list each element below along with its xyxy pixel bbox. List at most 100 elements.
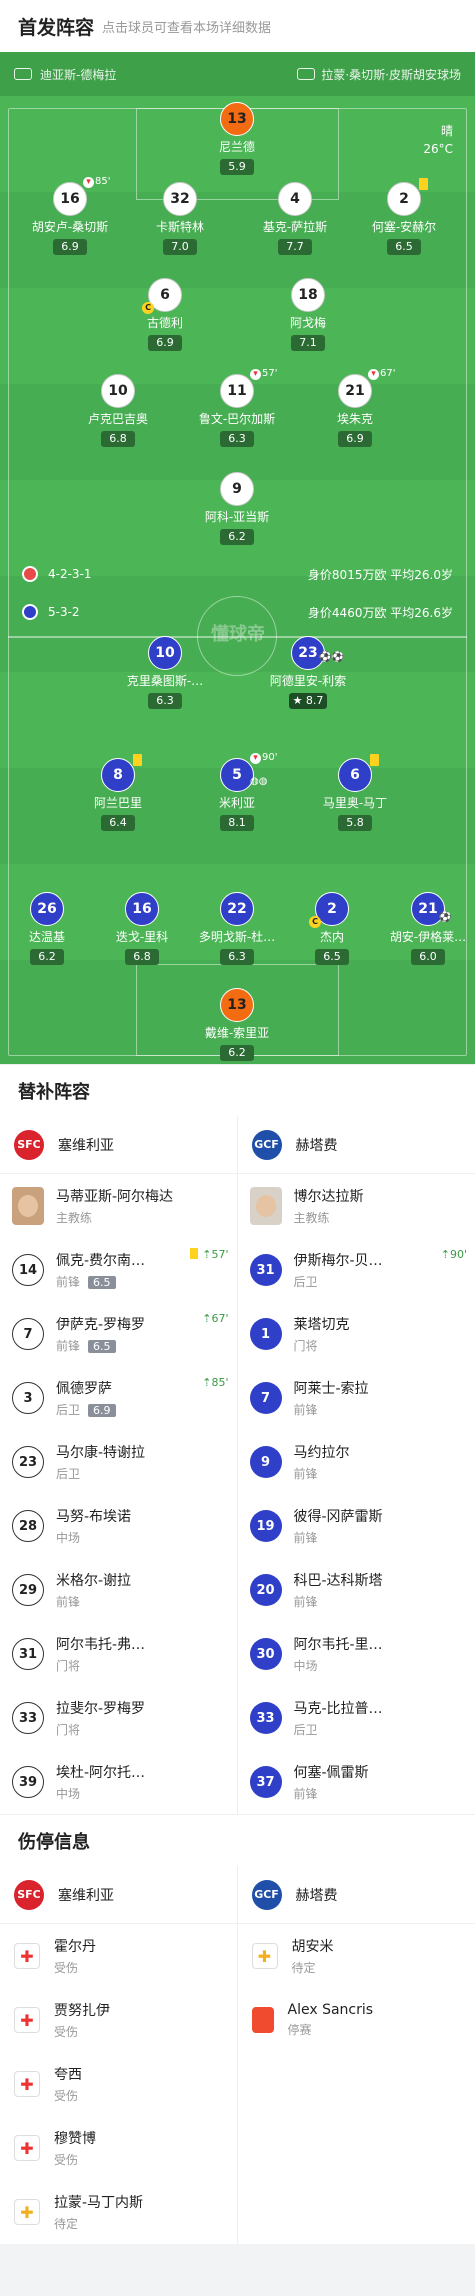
home-player-21[interactable]: 21 ▾ 67' 埃朱克 6.9 (310, 368, 400, 447)
player-number: 9 (220, 472, 254, 506)
player-rating: ★ 8.7 (288, 693, 328, 709)
sub-player[interactable]: 1 莱塔切克 门将 (238, 1302, 475, 1366)
away-player-13[interactable]: 13 戴维-索里亚 6.2 (192, 988, 282, 1061)
yellow-card-icon (133, 754, 142, 766)
sub-player[interactable]: 7 阿莱士-索拉 前锋 (238, 1366, 475, 1430)
player-name: 贾努扎伊 (54, 2003, 110, 2019)
coach-role: 主教练 (293, 1211, 330, 1225)
player-name: 胡安卢-桑切斯 (31, 220, 109, 234)
injury-item[interactable]: ✚ 贾努扎伊 受伤 (0, 1988, 237, 2052)
away-coach[interactable]: 博尔达拉斯 主教练 (238, 1174, 475, 1238)
home-player-18[interactable]: 18 阿戈梅 7.1 (263, 278, 353, 351)
player-name: 穆赞博 (54, 2131, 96, 2147)
home-formation: 4-2-3-1 (48, 567, 92, 581)
player-rating: 6.0 (411, 949, 445, 965)
home-player-9[interactable]: 9 阿科-亚当斯 6.2 (192, 472, 282, 545)
sub-player[interactable]: 20 科巴-达科斯塔 前锋 (238, 1558, 475, 1622)
player-number: 7 (12, 1318, 44, 1350)
away-player-23[interactable]: 23 ⚽⚽ 阿德里安-利索 ★ 8.7 (263, 636, 353, 709)
home-team-header[interactable]: SFC 塞维利亚 (0, 1866, 237, 1924)
pitch-info-bar: 迪亚斯-德梅拉 拉蒙·桑切斯·皮斯胡安球场 (0, 52, 475, 96)
player-position: 后卫 (56, 1467, 81, 1481)
player-name: 多明戈斯-杜… (198, 930, 276, 944)
home-player-10[interactable]: 10 卢克巴吉奥 6.8 (73, 374, 163, 447)
player-position: 门将 (56, 1659, 81, 1673)
player-number: 33 (12, 1702, 44, 1734)
player-number: 37 (249, 1766, 282, 1798)
player-number: 31 (12, 1638, 44, 1670)
sub-player[interactable]: 39 埃杜-阿尔托… 中场 (0, 1750, 237, 1814)
player-position: 前锋 (293, 1467, 318, 1481)
away-player-8[interactable]: 8 阿兰巴里 6.4 (73, 754, 163, 831)
getafe-badge-icon (22, 604, 38, 620)
away-player-16[interactable]: 16 迭戈-里科 6.8 (97, 892, 187, 965)
lineup-header: 首发阵容 点击球员可查看本场详细数据 (0, 0, 475, 52)
away-team-header[interactable]: GCF 赫塔费 (237, 1116, 475, 1174)
player-rating: 6.9 (338, 431, 372, 447)
injury-status: 受伤 (54, 2025, 79, 2039)
sub-player[interactable]: 33 马克-比拉普… 后卫 (238, 1686, 475, 1750)
player-name: 阿莱士-索拉 (293, 1381, 369, 1397)
sub-out-icon: ▾ (250, 369, 261, 380)
player-number: 18 (291, 278, 325, 312)
player-name: 杰内 (319, 930, 344, 944)
away-team-header[interactable]: GCF 赫塔费 (237, 1866, 475, 1924)
away-player-26[interactable]: 26 达温基 6.2 (2, 892, 92, 965)
sub-player[interactable]: 14 佩克-费尔南… 前锋 6.5 ⇡57' (0, 1238, 237, 1302)
player-rating: 6.8 (101, 431, 135, 447)
player-position: 前锋 (293, 1787, 318, 1801)
away-player-2[interactable]: 2 C 杰内 6.5 (287, 892, 377, 965)
home-player-6[interactable]: 6 C 古德利 6.9 (120, 278, 210, 351)
sub-player[interactable]: 9 马约拉尔 前锋 (238, 1430, 475, 1494)
injury-item[interactable]: ✚ 拉蒙-马丁内斯 待定 (0, 2180, 237, 2244)
sub-player[interactable]: 37 何塞-佩雷斯 前锋 (238, 1750, 475, 1814)
player-name: 阿科-亚当斯 (204, 510, 270, 524)
sub-player[interactable]: 23 马尔康-特谢拉 后卫 (0, 1430, 237, 1494)
injury-item[interactable]: ✚ 胡安米 待定 (238, 1924, 475, 1988)
sub-player[interactable]: 3 佩德罗萨 后卫 6.9 ⇡85' (0, 1366, 237, 1430)
home-player-2[interactable]: 2 何塞-安赫尔 6.5 (359, 178, 449, 255)
player-rating: 5.8 (338, 815, 372, 831)
injury-item[interactable]: Alex Sancris 停赛 (238, 1988, 475, 2052)
player-name: 达温基 (28, 930, 65, 944)
sub-player[interactable]: 7 伊萨克-罗梅罗 前锋 6.5 ⇡67' (0, 1302, 237, 1366)
sub-player[interactable]: 31 伊斯梅尔-贝… 后卫 ⇡90' (238, 1238, 475, 1302)
away-player-21[interactable]: 21 ⚽ 胡安-伊格莱… 6.0 (383, 892, 473, 965)
sub-player[interactable]: 28 马努-布埃诺 中场 (0, 1494, 237, 1558)
injury-item[interactable]: ✚ 穆赞博 受伤 (0, 2116, 237, 2180)
referee: 迪亚斯-德梅拉 (40, 67, 117, 82)
player-name: 卢克巴吉奥 (87, 412, 148, 426)
sub-player[interactable]: 19 彼得-冈萨雷斯 前锋 (238, 1494, 475, 1558)
player-name: 伊斯梅尔-贝… (293, 1253, 383, 1269)
home-player-13[interactable]: 13 尼兰德 5.9 (192, 102, 282, 175)
home-player-16[interactable]: 16 ▾ 85' 胡安卢-桑切斯 6.9 (25, 176, 115, 255)
sub-player[interactable]: 30 阿尔韦托-里… 中场 (238, 1622, 475, 1686)
home-team-header[interactable]: SFC 塞维利亚 (0, 1116, 237, 1174)
home-coach[interactable]: 马蒂亚斯-阿尔梅达 主教练 (0, 1174, 237, 1238)
team-name: 塞维利亚 (58, 1887, 114, 1904)
player-number: 29 (12, 1574, 44, 1606)
injury-item[interactable]: ✚ 霍尔丹 受伤 (0, 1924, 237, 1988)
home-formation-row: 4-2-3-1 身价8015万欧 平均26.0岁 (0, 562, 475, 586)
weather-condition: 晴 (440, 124, 453, 138)
injury-item[interactable]: ✚ 夸西 受伤 (0, 2052, 237, 2116)
player-rating: 7.7 (278, 239, 312, 255)
player-name: 鲁文-巴尔加斯 (198, 412, 276, 426)
home-player-11[interactable]: 11 ▾ 57' 鲁文-巴尔加斯 6.3 (192, 368, 282, 447)
yellow-card-icon (190, 1248, 199, 1259)
away-player-22[interactable]: 22 多明戈斯-杜… 6.3 (192, 892, 282, 965)
home-player-4[interactable]: 4 基克-萨拉斯 7.7 (250, 182, 340, 255)
away-player-10[interactable]: 10 克里桑图斯-… 6.3 (120, 636, 210, 709)
player-rating: 6.9 (148, 335, 182, 351)
sub-out-icon: ▾ (250, 753, 261, 764)
player-number: 20 (249, 1574, 282, 1606)
coach-avatar (12, 1187, 44, 1225)
away-player-5[interactable]: 5 ▾ 90' ◍◍ 米利亚 8.1 (192, 752, 282, 831)
injury-status: 待定 (291, 1961, 316, 1975)
sub-player[interactable]: 31 阿尔韦托-弗… 门将 (0, 1622, 237, 1686)
player-rating: 6.2 (30, 949, 64, 965)
sub-player[interactable]: 33 拉斐尔-罗梅罗 门将 (0, 1686, 237, 1750)
sub-player[interactable]: 29 米格尔-谢拉 前锋 (0, 1558, 237, 1622)
away-player-6[interactable]: 6 马里奥-马丁 5.8 (310, 754, 400, 831)
home-player-32[interactable]: 32 卡斯特林 7.0 (135, 182, 225, 255)
